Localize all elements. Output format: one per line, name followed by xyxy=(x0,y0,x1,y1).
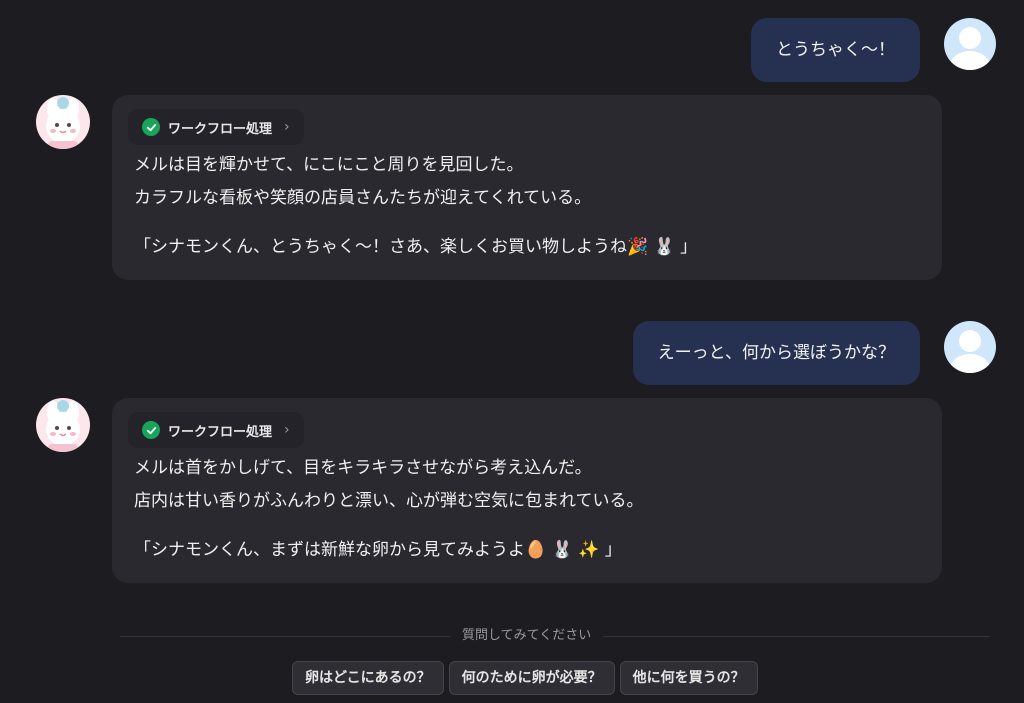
suggestion-chips: 卵はどこにあるの？ 何のために卵が必要？ 他に何を買うの？ xyxy=(292,661,763,695)
bot-text-line: 店内は甘い香りがふんわりと漂い、心が弾む空気に包まれている。 xyxy=(134,491,644,511)
user-message-row: とうちゃく〜！ xyxy=(751,18,996,82)
sparkles-icon: ✨ xyxy=(578,540,600,560)
user-message-bubble: えーっと、何から選ぼうかな？ xyxy=(632,321,920,385)
bot-message-bubble: ワークフロー処理 › メルは目を輝かせて、にこにこと周りを見回した。 カラフルな… xyxy=(112,95,942,280)
rabbit-icon: 🐰 xyxy=(653,237,675,257)
bot-message-row: ワークフロー処理 › メルは首をかしげて、目をキラキラさせながら考え込んだ。 店… xyxy=(36,398,942,583)
user-avatar-icon xyxy=(944,321,996,373)
rabbit-icon: 🐰 xyxy=(551,540,573,560)
workflow-label: ワークフロー処理 xyxy=(168,121,273,137)
bot-text-line: カラフルな看板や笑顔の店員さんたちが迎えてくれている。 xyxy=(134,188,592,208)
user-message-row: えーっと、何から選ぼうかな？ xyxy=(632,321,996,385)
quote-close: 」 xyxy=(604,540,622,560)
user-message-bubble: とうちゃく〜！ xyxy=(751,18,920,82)
bunny-avatar-icon xyxy=(36,95,90,149)
party-popper-icon: 🎉 xyxy=(627,237,649,257)
workflow-status-chip[interactable]: ワークフロー処理 › xyxy=(128,412,304,448)
egg-icon: 🥚 xyxy=(525,540,547,560)
quote-text: 「シナモンくん、とうちゃく〜！さあ、楽しくお買い物しようね xyxy=(134,237,627,257)
workflow-status-chip[interactable]: ワークフロー処理 › xyxy=(128,109,304,145)
check-circle-icon xyxy=(142,421,160,439)
suggestions-label: 質問してみてください xyxy=(450,626,604,646)
bot-text-line: メルは目を輝かせて、にこにこと周りを見回した。 xyxy=(134,155,524,175)
suggestion-chip[interactable]: 何のために卵が必要？ xyxy=(448,661,615,695)
workflow-label: ワークフロー処理 xyxy=(168,424,273,440)
chevron-right-icon[interactable]: › xyxy=(284,422,290,438)
user-avatar-icon xyxy=(944,18,996,70)
chevron-right-icon[interactable]: › xyxy=(284,119,290,135)
quote-close: 」 xyxy=(680,237,698,257)
bot-message-row: ワークフロー処理 › メルは目を輝かせて、にこにこと周りを見回した。 カラフルな… xyxy=(36,95,942,280)
bot-message-bubble: ワークフロー処理 › メルは首をかしげて、目をキラキラさせながら考え込んだ。 店… xyxy=(112,398,942,583)
bot-quote-line: 「シナモンくん、とうちゃく〜！さあ、楽しくお買い物しようね🎉 🐰 」 xyxy=(134,231,942,264)
bunny-avatar-icon xyxy=(36,398,90,452)
bot-quote-line: 「シナモンくん、まずは新鮮な卵から見てみようよ🥚 🐰 ✨ 」 xyxy=(134,534,942,567)
suggestion-chip[interactable]: 卵はどこにあるの？ xyxy=(292,661,444,695)
check-circle-icon xyxy=(142,118,160,136)
bot-text-line: メルは首をかしげて、目をキラキラさせながら考え込んだ。 xyxy=(134,458,592,478)
quote-text: 「シナモンくん、まずは新鮮な卵から見てみようよ xyxy=(134,540,525,560)
suggestion-chip[interactable]: 他に何を買うの？ xyxy=(619,661,758,695)
